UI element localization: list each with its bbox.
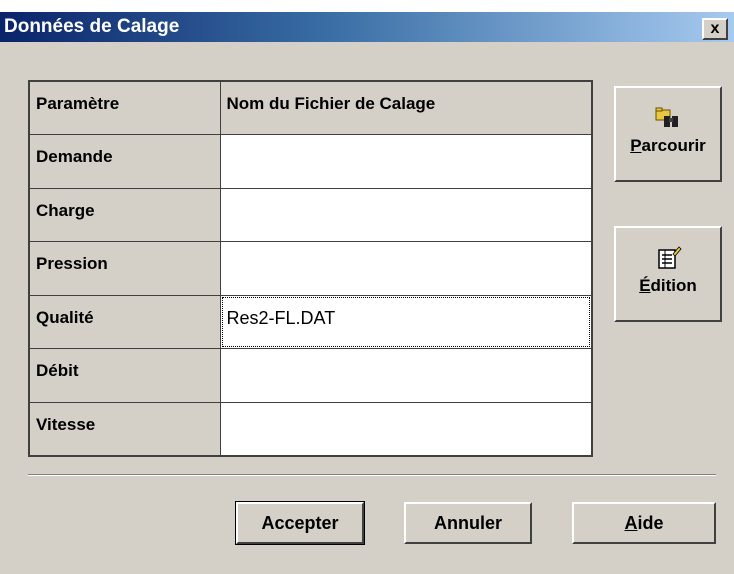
row-label-demande: Demande [28, 134, 221, 189]
calibration-table: Paramètre Nom du Fichier de Calage Deman… [28, 80, 593, 457]
table-header-row: Paramètre Nom du Fichier de Calage [28, 80, 593, 136]
file-cell-charge[interactable] [219, 187, 593, 243]
browse-mnemonic: P [630, 136, 642, 155]
file-cell-vitesse[interactable] [219, 401, 593, 457]
accept-button[interactable]: Accepter [235, 501, 365, 545]
column-header-parameter: Paramètre [28, 80, 221, 136]
help-label-rest: ide [637, 512, 664, 533]
browse-label: Parcourir [630, 136, 706, 155]
close-button[interactable]: x [702, 18, 728, 40]
row-label-pression: Pression [28, 241, 221, 296]
file-cell-qualite[interactable]: Res2-FL.DAT [219, 294, 593, 350]
browse-label-rest: arcourir [641, 136, 706, 155]
edit-button[interactable]: Édition [614, 226, 722, 322]
file-cell-demande[interactable] [219, 134, 593, 189]
browse-button[interactable]: Parcourir [614, 86, 722, 182]
column-header-file: Nom du Fichier de Calage [219, 80, 593, 136]
cancel-button[interactable]: Annuler [404, 502, 532, 544]
table-row: Pression [28, 241, 593, 296]
window-title: Données de Calage [4, 16, 180, 37]
help-mnemonic: A [624, 512, 638, 533]
edit-label: Édition [639, 276, 697, 295]
row-label-vitesse: Vitesse [28, 401, 221, 457]
binoculars-folder-icon [655, 107, 678, 127]
table-row: Demande [28, 134, 593, 189]
row-label-qualite: Qualité [28, 294, 221, 350]
table-row: Qualité Res2-FL.DAT [28, 294, 593, 350]
file-cell-debit[interactable] [219, 348, 593, 403]
separator-line [28, 474, 716, 476]
row-label-charge: Charge [28, 187, 221, 243]
title-bar: Données de Calage [0, 12, 734, 42]
edit-document-icon [658, 246, 682, 269]
table-row: Vitesse [28, 401, 593, 457]
edit-label-rest: dition [650, 276, 697, 295]
help-button[interactable]: Aide [572, 502, 716, 544]
table-row: Charge [28, 187, 593, 243]
table-row: Débit [28, 348, 593, 403]
edit-mnemonic: É [639, 276, 651, 295]
file-cell-pression[interactable] [219, 241, 593, 296]
row-label-debit: Débit [28, 348, 221, 403]
